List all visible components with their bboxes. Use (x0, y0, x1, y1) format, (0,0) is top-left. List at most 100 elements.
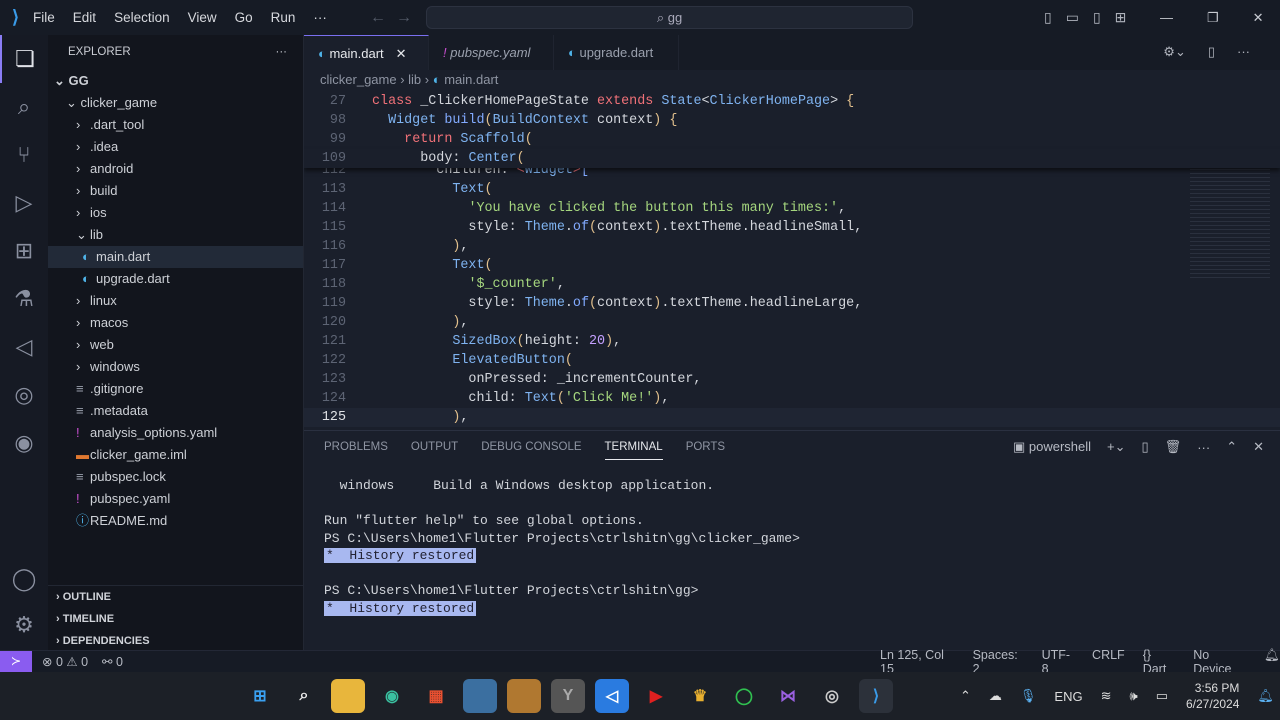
tree-item[interactable]: ! analysis_options.yaml (48, 422, 303, 444)
more-actions-icon[interactable]: ··· (1237, 44, 1250, 60)
split-terminal-icon[interactable]: ▯ (1142, 439, 1149, 455)
wifi-icon[interactable]: ≋ (1101, 688, 1112, 704)
back-icon[interactable]: ← (370, 9, 386, 27)
extensions-icon[interactable]: ⊞ (0, 227, 48, 275)
tree-item[interactable]: ≡ .metadata (48, 400, 303, 422)
ports-indicator[interactable]: ⚯ 0 (102, 654, 123, 669)
problems-indicator[interactable]: ⊗ 0 ⚠ 0 (42, 654, 88, 669)
toggle-panel-icon[interactable]: ▭ (1066, 9, 1079, 26)
tree-item[interactable]: › windows (48, 356, 303, 378)
file-explorer-icon[interactable] (331, 679, 365, 713)
workspace-root[interactable]: ⌄ GG (48, 70, 303, 92)
menu-item[interactable]: Edit (73, 10, 96, 25)
whatsapp-icon[interactable]: ◯ (727, 679, 761, 713)
menu-item[interactable]: Run (271, 10, 296, 25)
tree-item[interactable]: ◐ upgrade.dart (48, 268, 303, 290)
maximize-panel-icon[interactable]: ⌃ (1226, 439, 1237, 455)
menu-item[interactable]: Selection (114, 10, 170, 25)
tree-item[interactable]: › web (48, 334, 303, 356)
customize-layout-icon[interactable]: ⊞ (1115, 9, 1127, 26)
tree-item[interactable]: ≡ .gitignore (48, 378, 303, 400)
panel-tab-ports[interactable]: PORTS (686, 441, 725, 460)
menu-item[interactable]: Go (235, 10, 253, 25)
restore-button[interactable]: ❐ (1207, 10, 1219, 26)
tree-item[interactable]: › android (48, 158, 303, 180)
panel-tab-terminal[interactable]: TERMINAL (604, 441, 663, 460)
volume-icon[interactable]: 🕪︎ (1130, 688, 1138, 704)
tree-item[interactable]: › .dart_tool (48, 114, 303, 136)
more-actions-icon[interactable]: ··· (276, 35, 288, 70)
breadcrumb-item[interactable]: lib (408, 72, 421, 87)
command-center-search[interactable]: ⌕ gg (426, 6, 913, 29)
tree-item[interactable]: › linux (48, 290, 303, 312)
panel-tab-debug-console[interactable]: DEBUG CONSOLE (481, 441, 581, 460)
youtube-icon[interactable]: ▶ (639, 679, 673, 713)
split-editor-icon[interactable]: ▯ (1208, 44, 1215, 60)
forward-icon[interactable]: → (396, 9, 412, 27)
kill-terminal-icon[interactable]: 🗑 (1165, 439, 1182, 455)
source-control-icon[interactable]: ⑂ (0, 131, 48, 179)
more-actions-icon[interactable]: ··· (1197, 440, 1210, 455)
obs-icon[interactable]: ◎ (815, 679, 849, 713)
flutter-app-icon[interactable]: ◁ (595, 679, 629, 713)
panel-tab-problems[interactable]: PROBLEMS (324, 441, 388, 460)
tree-item[interactable]: › build (48, 180, 303, 202)
project-folder[interactable]: ⌄ clicker_game (48, 92, 303, 114)
search-icon[interactable]: ⌕ (0, 83, 48, 131)
onedrive-icon[interactable]: ☁ (989, 688, 1002, 704)
remote-explorer-icon[interactable]: ◉ (0, 419, 48, 467)
tree-item[interactable]: ◐ main.dart (48, 246, 303, 268)
close-window-button[interactable]: ✕ (1253, 10, 1264, 26)
app-icon[interactable]: ♛ (683, 679, 717, 713)
panel-tab-output[interactable]: OUTPUT (411, 441, 458, 460)
toggle-sidebar-icon[interactable]: ▯ (1044, 9, 1052, 26)
show-hidden-icons[interactable]: ⌃ (960, 688, 971, 704)
close-panel-icon[interactable]: ✕ (1253, 439, 1264, 455)
tab-main-dart[interactable]: ◐ main.dart ✕ (304, 35, 429, 70)
explorer-icon[interactable]: ❏ (0, 35, 48, 83)
app-icon[interactable] (507, 679, 541, 713)
search-icon[interactable]: ⌕ (287, 679, 321, 713)
tree-item[interactable]: ⓘ README.md (48, 510, 303, 532)
tree-item[interactable]: ⌄ lib (48, 224, 303, 246)
battery-icon[interactable]: ▭ (1156, 688, 1168, 704)
microsoft-store-icon[interactable]: ▦ (419, 679, 453, 713)
menu-item[interactable]: View (188, 10, 217, 25)
menu-item[interactable]: ··· (313, 10, 327, 25)
breadcrumb-item[interactable]: main.dart (444, 72, 498, 87)
testing-icon[interactable]: ⚗ (0, 275, 48, 323)
terminal-output[interactable]: windows Build a Windows desktop applicat… (324, 477, 800, 617)
toggle-secondary-sidebar-icon[interactable]: ▯ (1093, 9, 1101, 26)
visual-studio-icon[interactable]: ⋈ (771, 679, 805, 713)
language-indicator[interactable]: ENG (1054, 689, 1082, 704)
tree-item[interactable]: › .idea (48, 136, 303, 158)
clock[interactable]: 3:56 PM 6/27/2024 (1186, 680, 1239, 712)
menu-item[interactable]: File (33, 10, 55, 25)
app-icon[interactable]: Y (551, 679, 585, 713)
breadcrumb-item[interactable]: clicker_game (320, 72, 397, 87)
tree-item[interactable]: › ios (48, 202, 303, 224)
vscode-taskbar-icon[interactable]: ⟩ (859, 679, 893, 713)
minimize-button[interactable]: — (1160, 10, 1173, 26)
close-tab-icon[interactable]: ✕ (396, 46, 407, 61)
remote-indicator[interactable]: ≻ (0, 651, 32, 672)
settings-gear-icon[interactable]: ⚙ (0, 601, 48, 649)
tree-item[interactable]: ! pubspec.yaml (48, 488, 303, 510)
notification-bell-icon[interactable]: 🔔︎ (1257, 688, 1274, 704)
github-icon[interactable]: ◎ (0, 371, 48, 419)
start-button-icon[interactable]: ⊞ (243, 679, 277, 713)
run-debug-dropdown-icon[interactable]: ⚙⌄ (1163, 44, 1186, 60)
terminal-shell-selector[interactable]: ▣ powershell (1013, 439, 1091, 455)
account-icon[interactable]: ◯ (0, 555, 48, 603)
outline-section[interactable]: › OUTLINE (48, 586, 303, 608)
tab-upgrade-dart[interactable]: ◐ upgrade.dart (554, 35, 679, 70)
edge-browser-icon[interactable]: ◉ (375, 679, 409, 713)
timeline-section[interactable]: › TIMELINE (48, 608, 303, 630)
tree-item[interactable]: › macos (48, 312, 303, 334)
new-terminal-icon[interactable]: +⌄ (1107, 439, 1125, 455)
code-editor[interactable]: 27 class _ClickerHomePageState extends St… (304, 92, 1280, 428)
flutter-icon[interactable]: ◁ (0, 323, 48, 371)
microphone-icon[interactable]: 🎙︎ (1020, 688, 1037, 704)
tree-item[interactable]: ▬ clicker_game.iml (48, 444, 303, 466)
app-icon[interactable] (463, 679, 497, 713)
